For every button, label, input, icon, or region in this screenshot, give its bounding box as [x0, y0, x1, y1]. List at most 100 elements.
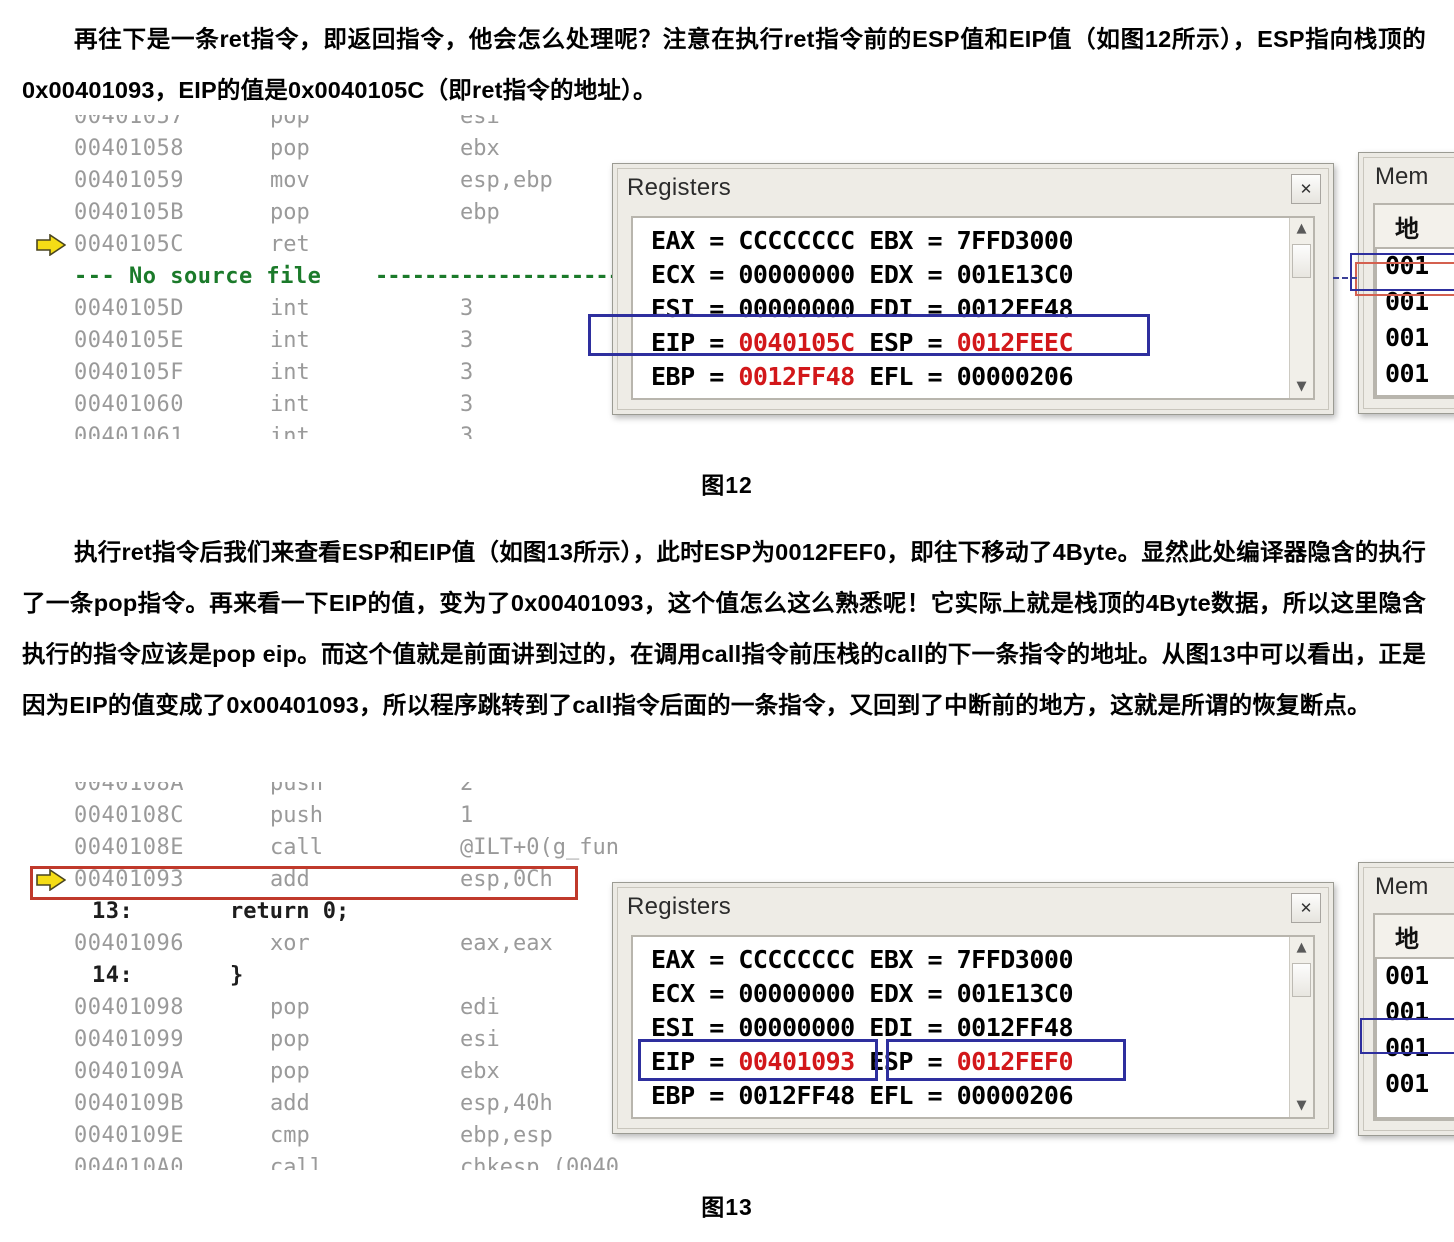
- listing-operands: ebx: [460, 136, 500, 161]
- register-line: EIP = 0040105C ESP = 0012FEEC: [651, 328, 1074, 357]
- listing-operands: ebx: [460, 1059, 500, 1084]
- listing-row[interactable]: 00401098 pop edi: [30, 992, 620, 1024]
- memory-row[interactable]: 001: [1385, 961, 1429, 990]
- memory-window-13[interactable]: Mem 地 001 001 001 001: [1358, 862, 1454, 1136]
- window-title: Registers: [627, 174, 732, 201]
- listing-row[interactable]: 0040105D int 3: [30, 293, 620, 325]
- register-text: EBX =: [854, 226, 957, 255]
- listing-mnemonic: xor: [270, 931, 310, 956]
- listing-row-clipped[interactable]: 0040108A push 2: [30, 782, 620, 800]
- register-text: EBX =: [854, 945, 957, 974]
- listing-row[interactable]: 0040105B pop ebp: [30, 197, 620, 229]
- memory-row[interactable]: 001: [1385, 323, 1429, 352]
- register-value-highlighted: 0012FEEC: [956, 328, 1074, 357]
- listing-mnemonic: pop: [270, 1027, 310, 1052]
- listing-row[interactable]: 0040105C ret: [30, 229, 620, 261]
- register-line: ECX = 00000000 EDX = 001E13C0: [651, 260, 1074, 289]
- memory-list-13: 地 001 001 001 001: [1373, 913, 1454, 1121]
- listing-addr: 0040105E: [74, 328, 184, 353]
- close-icon[interactable]: ✕: [1291, 174, 1321, 204]
- register-text: CCCCCCCC: [738, 226, 855, 255]
- register-text: 00000000: [738, 260, 855, 289]
- listing-row[interactable]: 0040109B add esp,40h: [30, 1088, 620, 1120]
- register-text: ESP =: [854, 328, 957, 357]
- listing-mnemonic: pop: [270, 136, 310, 161]
- register-text: EIP =: [651, 1047, 739, 1076]
- scroll-down-icon[interactable]: ▼: [1290, 376, 1313, 398]
- listing-addr: 0040109E: [74, 1123, 184, 1148]
- memory-window-12[interactable]: Mem 地 001 001 001 001: [1358, 152, 1454, 414]
- listing-mnemonic: push: [270, 782, 323, 796]
- listing-addr: 0040105F: [74, 360, 184, 385]
- disassembly-listing-13[interactable]: 0040108A push 2 0040108C push 1 0040108E call @I…: [30, 782, 620, 1172]
- listing-addr: 00401093: [74, 867, 184, 892]
- listing-operands: 3: [460, 424, 474, 439]
- listing-row[interactable]: 00401059 mov esp,ebp: [30, 165, 620, 197]
- window-title: Registers: [627, 893, 732, 920]
- listing-operands: 1: [460, 803, 474, 828]
- listing-row-clipped[interactable]: 00401061 int 3: [30, 421, 620, 439]
- listing-row[interactable]: 00401099 pop esi: [30, 1024, 620, 1056]
- listing-mnemonic: int: [270, 296, 310, 321]
- listing-operands: esp,ebp: [460, 168, 553, 193]
- listing-row[interactable]: 0040109A pop ebx: [30, 1056, 620, 1088]
- memory-row[interactable]: 001: [1385, 997, 1429, 1026]
- register-line: EBP = 0012FF48 EFL = 00000206: [651, 362, 1074, 391]
- listing-row[interactable]: 00401093 add esp,0Ch: [30, 864, 620, 896]
- listing-row[interactable]: 0040108C push 1: [30, 800, 620, 832]
- listing-row-clipped[interactable]: 00401057 pop esi: [30, 115, 620, 133]
- memory-list-12: 地 001 001 001 001: [1373, 203, 1454, 399]
- memory-row[interactable]: 001: [1385, 359, 1429, 388]
- listing-operands: 3: [460, 328, 474, 353]
- listing-operands: ebp,esp: [460, 1123, 553, 1148]
- listing-addr: 00401096: [74, 931, 184, 956]
- listing-row[interactable]: 00401058 pop ebx: [30, 133, 620, 165]
- vertical-scrollbar[interactable]: ▲ ▼: [1289, 937, 1313, 1117]
- register-text: EDX =: [854, 979, 957, 1008]
- listing-addr: 00401098: [74, 995, 184, 1020]
- registers-window-13[interactable]: Registers ✕ EAX = CCCCCCCC EBX = 7FFD300…: [612, 882, 1334, 1134]
- register-text: EAX =: [651, 945, 739, 974]
- listing-operands: eax,eax: [460, 931, 553, 956]
- listing-row[interactable]: 0040108E call @ILT+0(g_func) (00401005): [30, 832, 620, 864]
- listing-mnemonic: return 0;: [230, 899, 350, 924]
- listing-row[interactable]: 0040105F int 3: [30, 357, 620, 389]
- scroll-up-icon[interactable]: ▲: [1290, 937, 1313, 959]
- memory-row[interactable]: 001: [1385, 251, 1429, 280]
- listing-addr: 14:: [92, 963, 134, 988]
- listing-row[interactable]: 00401060 int 3: [30, 389, 620, 421]
- listing-addr: 0040105B: [74, 200, 184, 225]
- listing-row[interactable]: --- No source file ----------------------…: [30, 261, 620, 293]
- scroll-up-icon[interactable]: ▲: [1290, 218, 1313, 240]
- scroll-down-icon[interactable]: ▼: [1290, 1095, 1313, 1117]
- listing-mnemonic: call: [270, 835, 323, 860]
- listing-mnemonic: pop: [270, 200, 310, 225]
- memory-row[interactable]: 001: [1385, 1033, 1429, 1062]
- register-text: EBP =: [651, 1081, 739, 1110]
- listing-mnemonic: call: [270, 1155, 323, 1170]
- memory-row[interactable]: 001: [1385, 1069, 1429, 1098]
- figure-caption-12: 图12: [701, 472, 753, 498]
- listing-row[interactable]: 00401096 xor eax,eax: [30, 928, 620, 960]
- register-value-highlighted: 00401093: [738, 1047, 855, 1076]
- memory-row[interactable]: 001: [1385, 287, 1429, 316]
- listing-mnemonic: push: [270, 803, 323, 828]
- current-instruction-arrow-icon: [36, 233, 67, 257]
- registers-window-12[interactable]: Registers ✕ EAX = CCCCCCCC EBX = 7FFD300…: [612, 163, 1334, 415]
- listing-row[interactable]: 0040109E cmp ebp,esp: [30, 1120, 620, 1152]
- vertical-scrollbar[interactable]: ▲ ▼: [1289, 218, 1313, 398]
- scrollbar-thumb[interactable]: [1292, 244, 1311, 278]
- listing-row[interactable]: 13: return 0;: [30, 896, 620, 928]
- listing-operands: esi: [460, 115, 500, 129]
- listing-row[interactable]: 0040105E int 3: [30, 325, 620, 357]
- scrollbar-thumb[interactable]: [1292, 963, 1311, 997]
- listing-mnemonic: int: [270, 328, 310, 353]
- listing-addr: 00401059: [74, 168, 184, 193]
- close-icon[interactable]: ✕: [1291, 893, 1321, 923]
- listing-row-clipped[interactable]: 004010A0 call chkesp (004004000): [30, 1152, 620, 1170]
- figure-caption-13: 图13: [701, 1194, 753, 1220]
- register-text: 001E13C0: [956, 260, 1074, 289]
- listing-row[interactable]: 14:}: [30, 960, 620, 992]
- register-text: 0012FF48: [956, 1013, 1074, 1042]
- disassembly-listing-12[interactable]: 00401057 pop esi 00401058 pop ebx 00401059 mov e…: [30, 115, 620, 445]
